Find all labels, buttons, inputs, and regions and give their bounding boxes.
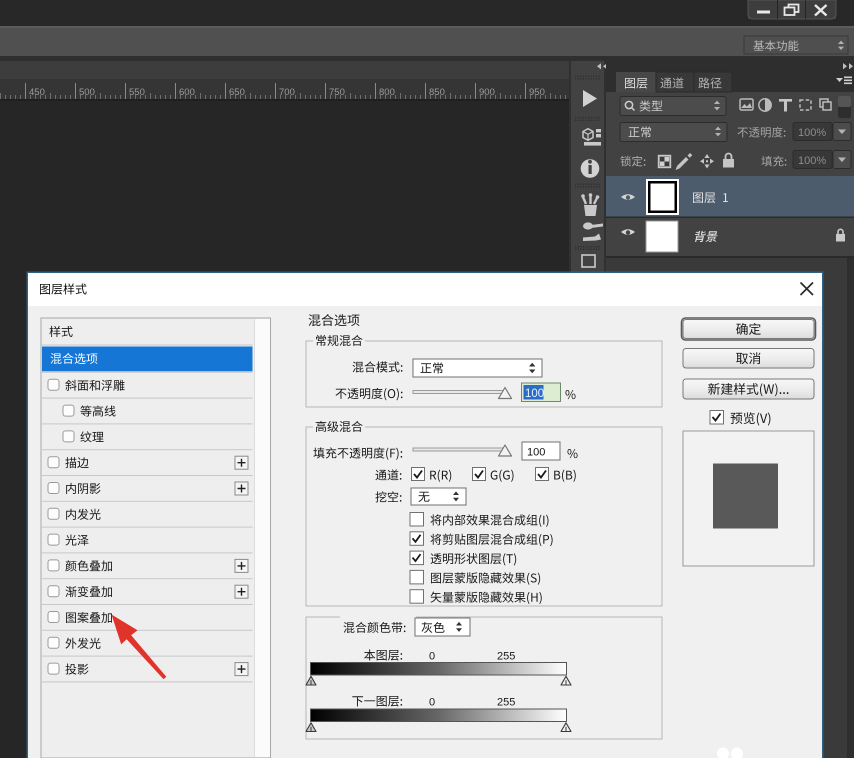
svg-text:100: 100 bbox=[525, 388, 544, 400]
svg-text:0: 0 bbox=[429, 697, 435, 709]
svg-text:100: 100 bbox=[527, 447, 545, 459]
svg-text:500: 500 bbox=[79, 87, 95, 98]
svg-text:650: 650 bbox=[229, 87, 245, 98]
svg-text:800: 800 bbox=[379, 87, 395, 98]
svg-text:750: 750 bbox=[329, 87, 345, 98]
svg-text:255: 255 bbox=[497, 697, 515, 709]
svg-text:100%: 100% bbox=[798, 127, 826, 139]
svg-text:600: 600 bbox=[179, 87, 195, 98]
svg-text:450: 450 bbox=[29, 87, 45, 98]
svg-text:950: 950 bbox=[529, 87, 545, 98]
svg-text:850: 850 bbox=[429, 87, 445, 98]
svg-text:100%: 100% bbox=[798, 155, 826, 167]
svg-text:550: 550 bbox=[129, 87, 145, 98]
svg-text:255: 255 bbox=[497, 651, 515, 663]
svg-text:0: 0 bbox=[429, 651, 435, 663]
svg-text:700: 700 bbox=[279, 87, 295, 98]
svg-text:900: 900 bbox=[479, 87, 495, 98]
